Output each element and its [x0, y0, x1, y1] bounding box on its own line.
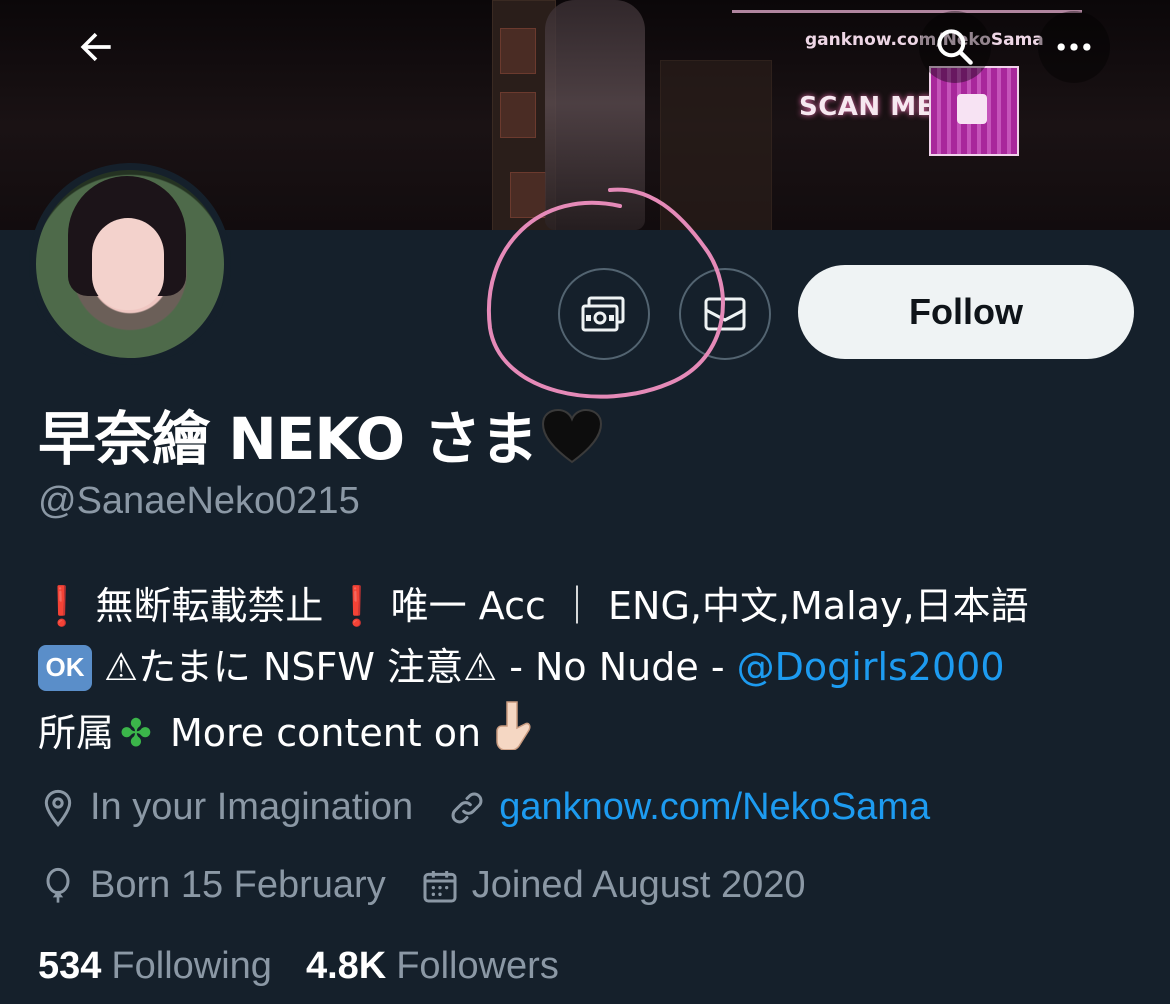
qr-center-logo: [957, 94, 987, 124]
bio-line-3: 所属 ✤ More content on: [38, 698, 1148, 768]
website[interactable]: ganknow.com/NekoSama: [447, 786, 930, 829]
location-pin-icon: [44, 789, 72, 827]
tip-button[interactable]: [558, 268, 650, 360]
message-button[interactable]: [679, 268, 771, 360]
banner-book: [510, 172, 546, 218]
joined-text: Joined August 2020: [471, 864, 806, 906]
search-icon: [937, 29, 973, 65]
bio-line-2: OK ⚠たまに NSFW 注意⚠ - No Nude - @Dogirls200…: [38, 637, 1148, 698]
avatar-face: [92, 218, 164, 310]
meta-row-2: Born 15 February Joined August 2020: [38, 864, 840, 907]
following-count: 534: [38, 945, 102, 987]
clover-icon: ✤: [120, 710, 152, 755]
bio-line3a-text: 所属: [38, 710, 115, 755]
more-icon: [1057, 43, 1091, 51]
link-icon: [451, 792, 483, 823]
bio-line2-text: ⚠たまに NSFW 注意⚠ - No Nude -: [104, 645, 737, 689]
banner-figure: [545, 0, 645, 230]
bio-line1b-text: 唯一 Acc ｜ ENG,中文,Malay,日本語: [390, 584, 1029, 628]
exclamation-icon: ❗: [38, 584, 86, 628]
search-button[interactable]: [919, 11, 991, 83]
back-arrow-icon: [80, 32, 111, 62]
handle: @SanaeNeko0215: [38, 480, 360, 522]
banner-scan-text: SCAN ME: [799, 92, 935, 122]
avatar[interactable]: [29, 163, 231, 365]
followers-link[interactable]: 4.8K Followers: [306, 945, 593, 988]
back-button[interactable]: [60, 11, 132, 83]
followers-count: 4.8K: [305, 945, 387, 987]
calendar-icon: [423, 870, 457, 902]
following-link[interactable]: 534 Following: [38, 945, 306, 988]
followers-label: Followers: [396, 945, 559, 987]
black-heart-icon: [541, 408, 603, 478]
exclamation-icon: ❗: [333, 584, 381, 628]
bio: ❗ 無断転載禁止 ❗ 唯一 Acc ｜ ENG,中文,Malay,日本語 OK …: [38, 576, 1148, 768]
bio-line-1: ❗ 無断転載禁止 ❗ 唯一 Acc ｜ ENG,中文,Malay,日本語: [38, 576, 1148, 637]
follow-stats: 534 Following 4.8K Followers: [38, 945, 593, 988]
banner-shelf: [660, 60, 772, 230]
joined: Joined August 2020: [420, 864, 806, 907]
avatar-image: [36, 170, 224, 358]
more-button[interactable]: [1038, 11, 1110, 83]
money-icon: [581, 296, 625, 332]
location-text: In your Imagination: [90, 786, 414, 828]
following-label: Following: [111, 945, 272, 987]
banner-book: [500, 28, 536, 74]
bio-line3b-text: More content on: [157, 710, 494, 755]
meta-row-1: In your Imagination ganknow.com/NekoSama: [38, 786, 964, 829]
envelope-icon: [704, 297, 746, 331]
birthday-text: Born 15 February: [90, 864, 386, 906]
banner-book: [500, 92, 536, 138]
bio-line1-text: 無断転載禁止: [95, 584, 324, 628]
banner-divider: [732, 10, 1082, 13]
pointing-down-icon: [493, 698, 533, 768]
location: In your Imagination: [38, 786, 413, 829]
website-link[interactable]: ganknow.com/NekoSama: [499, 786, 930, 829]
display-name: 早奈繪 NEKO さま: [38, 392, 603, 478]
mention-link[interactable]: @Dogirls2000: [737, 637, 1005, 698]
birthday: Born 15 February: [38, 864, 386, 907]
follow-button[interactable]: Follow: [798, 265, 1134, 359]
ok-badge-icon: OK: [38, 644, 92, 691]
balloon-icon: [46, 867, 70, 903]
display-name-text: 早奈繪 NEKO さま: [38, 405, 538, 473]
